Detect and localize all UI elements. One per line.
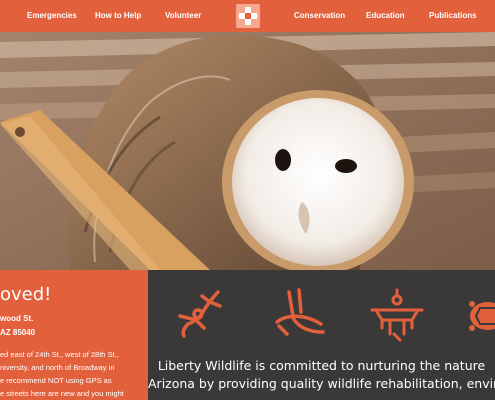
nav-education[interactable]: Education (366, 0, 405, 32)
lizard-petroglyph-icon (178, 290, 222, 338)
directions-line: e recommend NOT using GPS as (0, 376, 112, 385)
turtle-petroglyph-icon (469, 301, 495, 331)
barn-owl-photo (0, 32, 495, 270)
directions-line: ed east of 24th St., west of 28th St., (0, 350, 119, 359)
notice-address-line: wood St. (0, 314, 34, 323)
rabbit-petroglyph-icon (275, 288, 325, 336)
hero-image (0, 32, 495, 270)
notice-title: oved! (0, 284, 52, 305)
directions-line: e streets here are new and you might (0, 389, 124, 398)
mission-text-line: Liberty Wildlife is committed to nurturi… (157, 358, 486, 373)
notice-address-line: AZ 85040 (0, 328, 36, 337)
nav-emergencies[interactable]: Emergencies (27, 0, 77, 32)
site-logo-icon[interactable] (236, 4, 260, 28)
relocation-notice: oved! wood St. AZ 85040 ed east of 24th … (0, 270, 148, 400)
nav-conservation[interactable]: Conservation (294, 0, 345, 32)
mission-text-line: Arizona by providing quality wildlife re… (148, 376, 495, 391)
directions-line: niversity, and north of Broadway in (0, 363, 115, 372)
nav-volunteer[interactable]: Volunteer (165, 0, 201, 32)
nav-publications[interactable]: Publications (429, 0, 477, 32)
mission-section: Liberty Wildlife is committed to nurturi… (148, 270, 495, 400)
eagle-petroglyph-icon (370, 288, 424, 342)
nav-how-to-help[interactable]: How to Help (95, 0, 141, 32)
top-navigation: Emergencies How to Help Volunteer Conser… (0, 0, 495, 32)
